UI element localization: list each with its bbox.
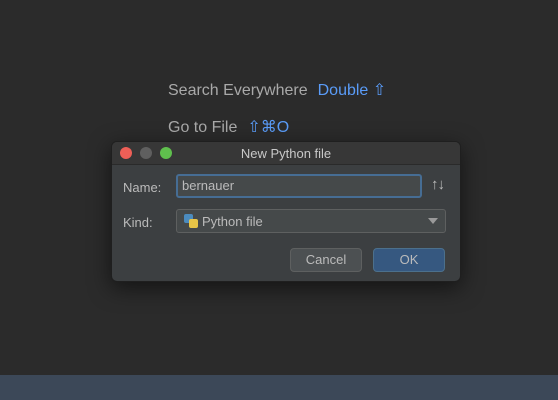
kind-selected-value: Python file [202,214,263,229]
name-label: Name: [123,180,162,195]
search-everywhere-shortcut: Double ⇧ [317,82,387,99]
new-python-file-dialog: New Python file Name: ↑↓ Kind: Python fi… [111,141,461,282]
kind-label: Kind: [123,215,153,230]
go-to-file-label: Go to File [168,119,238,136]
status-bar [0,375,558,400]
cancel-button[interactable]: Cancel [290,248,362,272]
python-file-icon [184,214,198,228]
kind-select[interactable]: Python file [176,209,446,233]
sort-order-icon[interactable]: ↑↓ [431,176,445,193]
dialog-title: New Python file [240,146,332,161]
go-to-file-hint: Go to File ⇧⌘O [168,117,289,137]
search-everywhere-label: Search Everywhere [168,82,308,99]
ok-button[interactable]: OK [373,248,445,272]
search-everywhere-hint: Search Everywhere Double ⇧ [168,80,386,100]
dialog-titlebar[interactable]: New Python file [112,142,460,165]
chevron-down-icon [428,218,438,224]
go-to-file-shortcut: ⇧⌘O [247,119,290,136]
name-input[interactable] [176,174,422,198]
